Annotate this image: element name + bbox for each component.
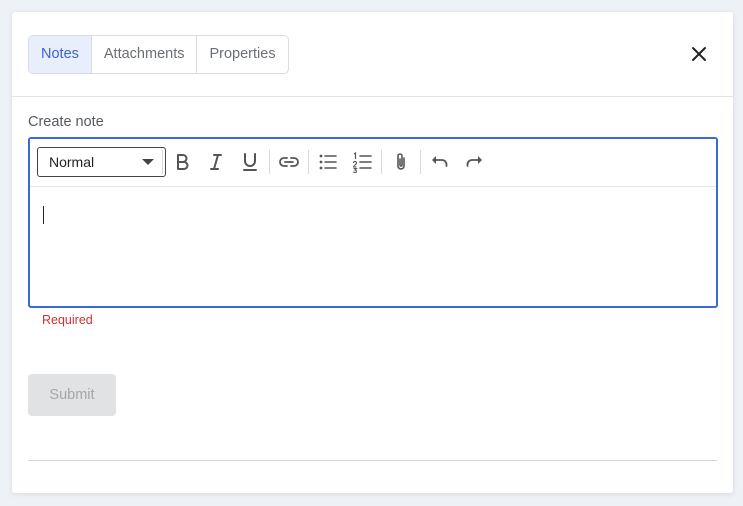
text-cursor <box>43 206 44 224</box>
link-icon <box>279 157 299 167</box>
bulleted-list-button[interactable] <box>317 151 339 173</box>
chevron-down-icon <box>142 159 154 165</box>
format-select[interactable]: Normal <box>37 147 166 177</box>
link-button[interactable] <box>278 151 300 173</box>
panel-header: Notes Attachments Properties <box>12 12 733 97</box>
bulleted-list-icon <box>319 154 337 170</box>
toolbar-divider <box>162 150 163 174</box>
underline-icon <box>243 153 257 171</box>
undo-button[interactable] <box>429 151 451 173</box>
submit-button[interactable]: Submit <box>28 374 116 416</box>
note-panel: Notes Attachments Properties Create note… <box>12 12 733 493</box>
attachment-button[interactable] <box>390 151 412 173</box>
bold-icon <box>177 154 189 170</box>
rich-text-editor: Normal <box>28 137 718 308</box>
toolbar-divider <box>420 150 421 174</box>
italic-button[interactable] <box>205 151 227 173</box>
required-error: Required <box>42 313 93 327</box>
attachment-icon <box>397 153 405 170</box>
toolbar-divider <box>269 150 270 174</box>
numbered-list-icon <box>352 151 372 174</box>
editor-content[interactable] <box>30 187 716 306</box>
redo-icon <box>466 156 482 167</box>
tab-properties[interactable]: Properties <box>197 36 287 73</box>
tab-notes[interactable]: Notes <box>29 36 92 73</box>
undo-icon <box>432 156 448 167</box>
create-note-label: Create note <box>28 114 104 130</box>
divider <box>28 460 717 461</box>
format-select-value: Normal <box>49 154 95 170</box>
redo-button[interactable] <box>463 151 485 173</box>
toolbar-divider <box>308 150 309 174</box>
toolbar-divider <box>381 150 382 174</box>
underline-button[interactable] <box>239 151 261 173</box>
italic-icon <box>210 154 222 170</box>
bold-button[interactable] <box>171 151 193 173</box>
tab-attachments[interactable]: Attachments <box>92 36 198 73</box>
tab-group: Notes Attachments Properties <box>28 35 289 74</box>
close-icon <box>692 47 706 61</box>
numbered-list-button[interactable] <box>351 151 373 174</box>
close-button[interactable] <box>688 43 710 65</box>
editor-toolbar: Normal <box>30 139 716 187</box>
